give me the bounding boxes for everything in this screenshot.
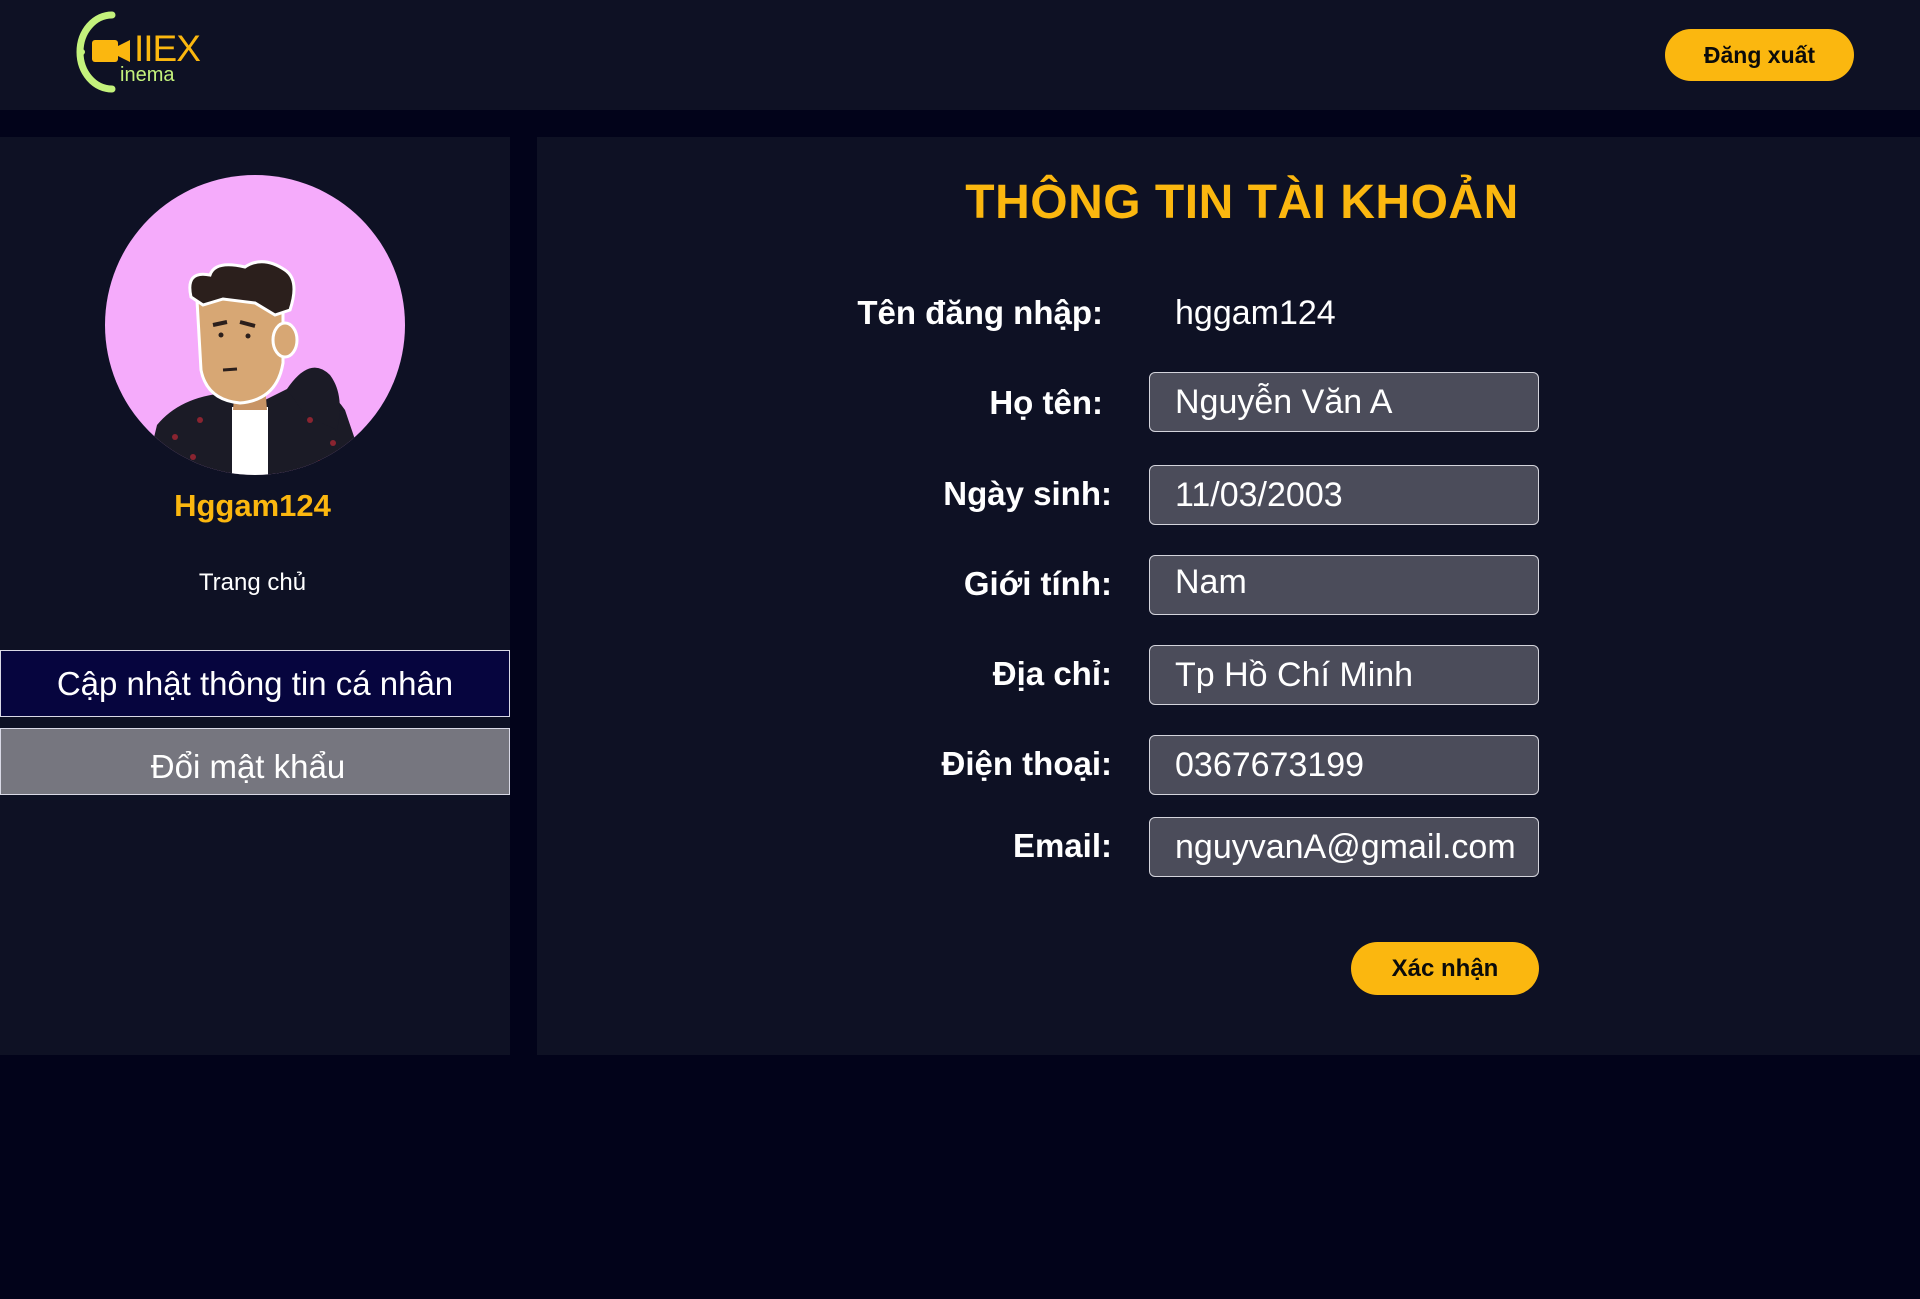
address-field[interactable] <box>1149 645 1539 705</box>
account-info-panel: THÔNG TIN TÀI KHOẢN Tên đăng nhập: hggam… <box>537 137 1920 1055</box>
fullname-field[interactable] <box>1149 372 1539 432</box>
birthday-field[interactable] <box>1149 465 1539 525</box>
logout-button[interactable]: Đăng xuất <box>1665 29 1854 81</box>
user-avatar <box>145 260 367 475</box>
gender-label: Giới tính: <box>963 565 1112 602</box>
page-title: THÔNG TIN TÀI KHOẢN <box>965 176 1519 229</box>
confirm-button[interactable]: Xác nhận <box>1351 942 1539 995</box>
phone-label: Điện thoại: <box>941 745 1113 782</box>
username-value: hggam124 <box>1175 294 1336 332</box>
email-field[interactable] <box>1149 817 1539 877</box>
avatar <box>105 175 405 475</box>
email-label: Email: <box>1012 827 1112 864</box>
birthday-label: Ngày sinh: <box>943 475 1112 512</box>
fullname-label: Họ tên: <box>989 384 1103 421</box>
update-profile-button[interactable]: Cập nhật thông tin cá nhân <box>0 650 510 717</box>
username-label: Tên đăng nhập: <box>857 294 1103 331</box>
address-label: Địa chỉ: <box>992 655 1112 692</box>
home-link[interactable]: Trang chủ <box>0 569 505 597</box>
logo-subtext: inema <box>120 64 175 86</box>
phone-field[interactable] <box>1149 735 1539 795</box>
change-password-button[interactable]: Đổi mật khẩu <box>0 728 510 795</box>
top-header: IIEX inema Đăng xuất <box>0 0 1920 110</box>
profile-username: Hggam124 <box>174 488 331 523</box>
cinema-logo[interactable]: IIEX inema <box>60 10 220 100</box>
profile-sidebar: Hggam124 Trang chủ Cập nhật thông tin cá… <box>0 137 510 1055</box>
gender-field[interactable] <box>1149 555 1539 615</box>
